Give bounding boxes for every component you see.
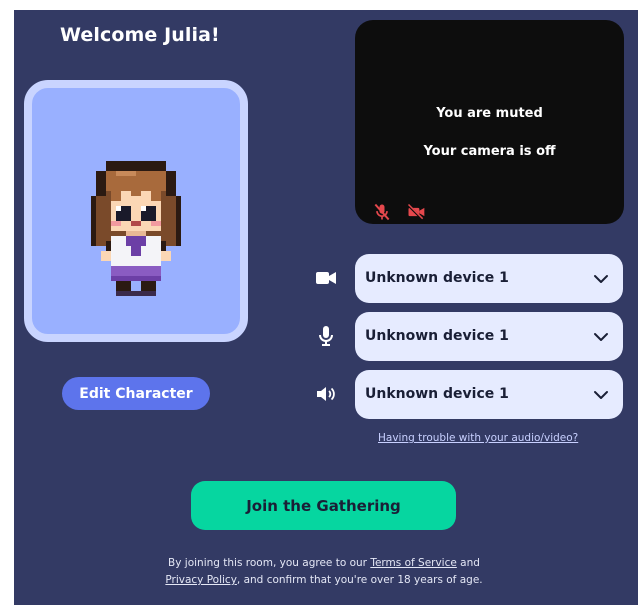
speaker-select-value: Unknown device 1 (365, 386, 509, 402)
microphone-select[interactable]: Unknown device 1 (355, 312, 623, 361)
chevron-down-icon (594, 391, 608, 399)
chevron-down-icon (594, 275, 608, 283)
terms-notice: By joining this room, you agree to our T… (114, 555, 534, 589)
muted-status-text: You are muted (436, 106, 543, 121)
chevron-down-icon (594, 333, 608, 341)
character-preview-card (24, 80, 248, 342)
camera-select[interactable]: Unknown device 1 (355, 254, 623, 303)
speaker-icon (317, 387, 335, 401)
speaker-select[interactable]: Unknown device 1 (355, 370, 623, 419)
join-gathering-button[interactable]: Join the Gathering (191, 481, 456, 530)
mic-off-icon[interactable] (371, 202, 393, 222)
terms-of-service-link[interactable]: Terms of Service (370, 557, 457, 569)
av-trouble-link[interactable]: Having trouble with your audio/video? (378, 432, 578, 444)
microphone-icon (319, 326, 333, 346)
terms-prefix: By joining this room, you agree to our (168, 557, 371, 569)
lobby-panel: Welcome Julia! Edit Character You are mu… (14, 10, 638, 605)
character-avatar (91, 161, 181, 296)
terms-and: and (456, 557, 480, 569)
terms-suffix: , and confirm that you're over 18 years … (236, 574, 483, 586)
edit-character-button[interactable]: Edit Character (62, 377, 210, 410)
privacy-policy-link[interactable]: Privacy Policy (165, 574, 237, 586)
camera-status-text: Your camera is off (423, 144, 556, 159)
video-preview: You are muted Your camera is off (355, 20, 624, 224)
welcome-title: Welcome Julia! (60, 24, 220, 46)
camera-off-icon[interactable] (405, 202, 427, 222)
microphone-select-value: Unknown device 1 (365, 328, 509, 344)
camera-select-value: Unknown device 1 (365, 270, 509, 286)
video-camera-icon (316, 272, 336, 284)
